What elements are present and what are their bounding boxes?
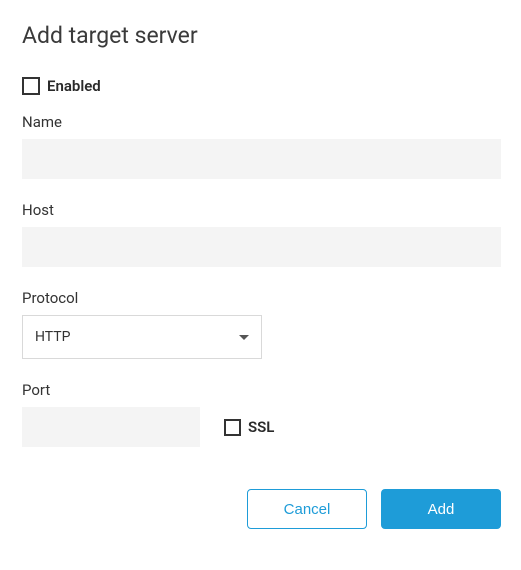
enabled-checkbox[interactable] [22,77,40,95]
protocol-select[interactable]: HTTP [22,315,262,359]
cancel-button[interactable]: Cancel [247,489,367,529]
name-label: Name [22,113,501,131]
ssl-checkbox-row: SSL [224,418,274,436]
port-field-group: Port SSL [22,381,501,447]
name-input[interactable] [22,139,501,179]
protocol-field-group: Protocol HTTP [22,289,501,359]
add-button[interactable]: Add [381,489,501,529]
ssl-checkbox[interactable] [224,419,241,436]
name-field-group: Name [22,113,501,179]
port-row: SSL [22,407,501,447]
host-field-group: Host [22,201,501,267]
protocol-value: HTTP [35,329,239,345]
protocol-label: Protocol [22,289,501,307]
enabled-label: Enabled [47,77,101,95]
ssl-label: SSL [248,418,274,436]
host-input[interactable] [22,227,501,267]
chevron-down-icon [239,330,249,344]
host-label: Host [22,201,501,219]
port-label: Port [22,381,501,399]
port-input[interactable] [22,407,200,447]
button-row: Cancel Add [22,489,501,529]
enabled-checkbox-row: Enabled [22,77,501,95]
dialog-title: Add target server [22,22,501,49]
